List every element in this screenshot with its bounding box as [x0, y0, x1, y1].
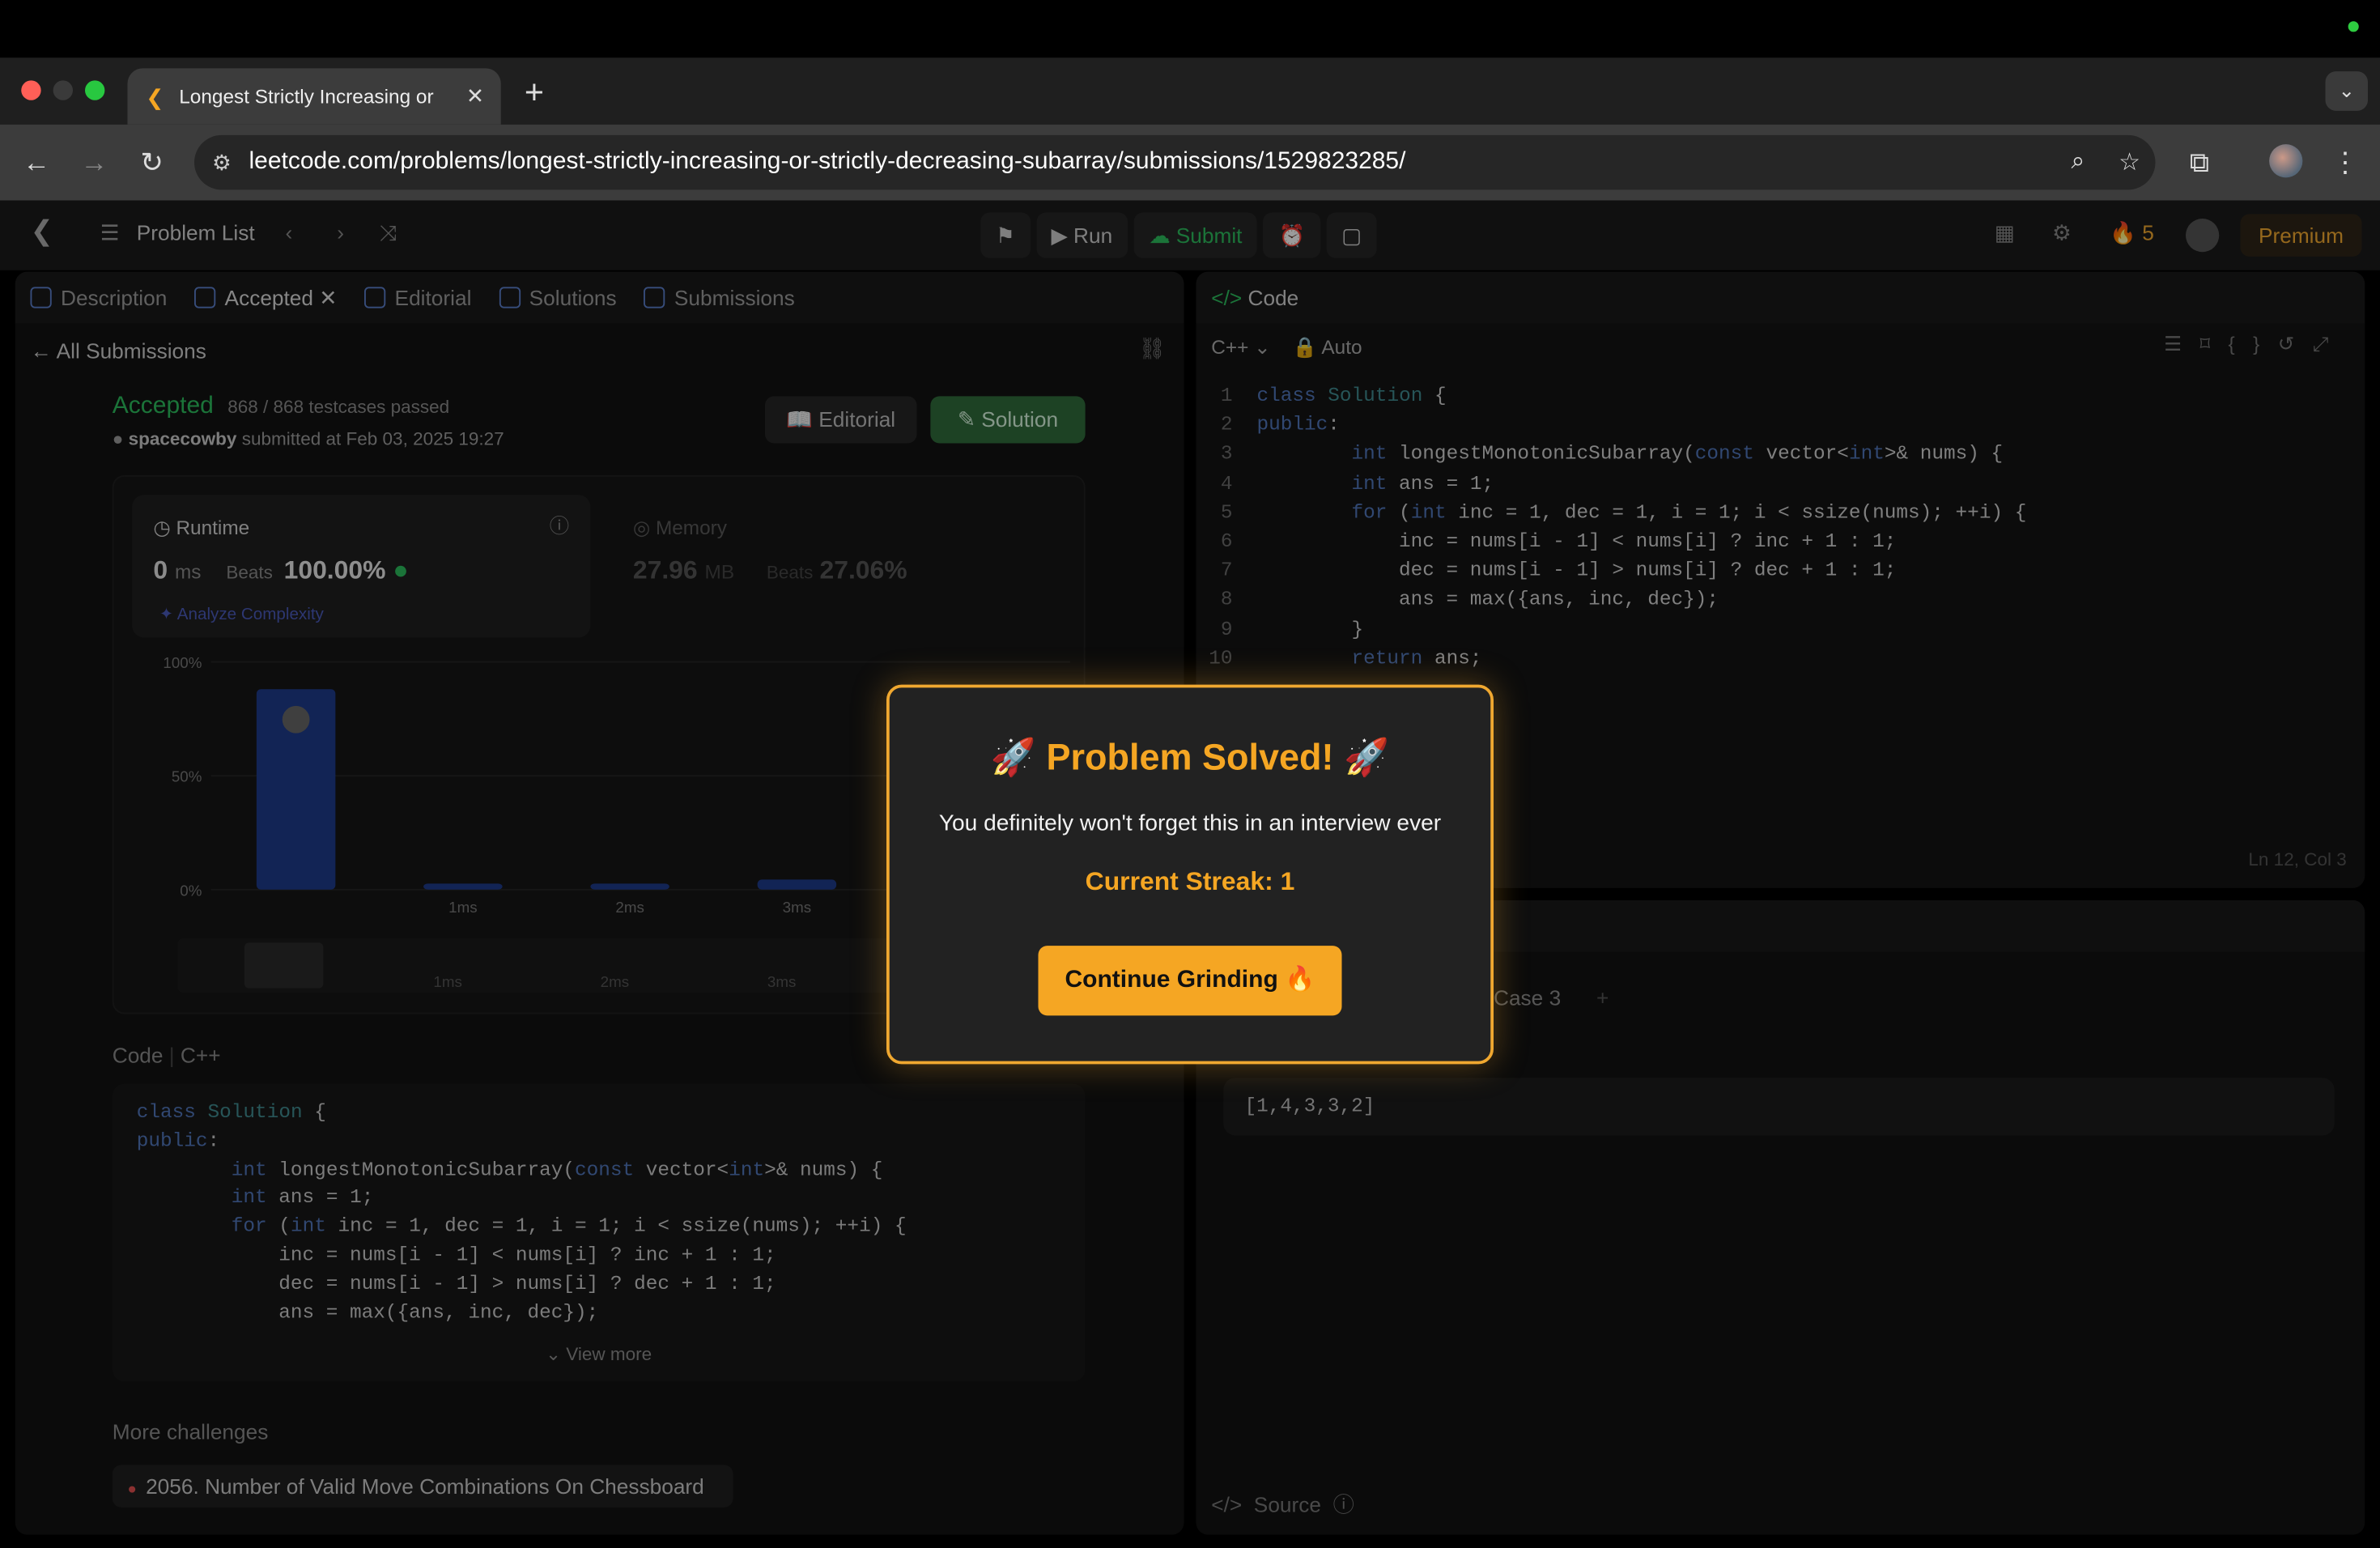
browser-menu-icon[interactable]: ⋮: [2327, 144, 2363, 181]
zoom-icon[interactable]: ⌕: [2052, 149, 2104, 176]
tab-search-button[interactable]: ⌄: [2325, 71, 2368, 111]
profile-avatar[interactable]: [2269, 144, 2303, 178]
site-info-icon[interactable]: ⚙: [194, 150, 249, 176]
url-text: leetcode.com/problems/longest-strictly-i…: [249, 148, 1406, 175]
continue-grinding-button[interactable]: Continue Grinding 🔥: [1038, 946, 1342, 1016]
screen: ❮ Longest Strictly Increasing or ✕ + ⌄ ←…: [0, 0, 2380, 1548]
browser-tab[interactable]: ❮ Longest Strictly Increasing or ✕: [127, 68, 501, 125]
extensions-icon[interactable]: ⧉: [2181, 144, 2217, 181]
reload-icon[interactable]: ↻: [134, 144, 170, 181]
minimize-window-button[interactable]: [53, 80, 73, 100]
status-dot: [2348, 21, 2359, 32]
maximize-window-button[interactable]: [85, 80, 105, 100]
os-menubar: [0, 0, 2380, 58]
close-window-button[interactable]: [21, 80, 41, 100]
address-bar[interactable]: ⚙ leetcode.com/problems/longest-strictly…: [194, 134, 2156, 190]
leetcode-favicon-icon: ❮: [146, 84, 164, 109]
tab-title: Longest Strictly Increasing or: [179, 85, 434, 108]
new-tab-button[interactable]: +: [519, 73, 550, 113]
bookmark-star-icon[interactable]: ☆: [2104, 147, 2156, 178]
back-icon[interactable]: ←: [19, 144, 55, 181]
forward-icon[interactable]: →: [76, 144, 113, 181]
problem-solved-modal: 🚀 Problem Solved! 🚀 You definitely won't…: [886, 684, 1494, 1065]
modal-title: 🚀 Problem Solved! 🚀: [990, 738, 1390, 779]
browser-toolbar: ← → ↻ ⚙ leetcode.com/problems/longest-st…: [0, 124, 2380, 201]
browser-tabstrip: ❮ Longest Strictly Increasing or ✕ + ⌄: [0, 57, 2380, 125]
modal-message: You definitely won't forget this in an i…: [938, 810, 1442, 837]
close-tab-icon[interactable]: ✕: [465, 83, 486, 109]
current-streak: Current Streak: 1: [1085, 866, 1295, 896]
